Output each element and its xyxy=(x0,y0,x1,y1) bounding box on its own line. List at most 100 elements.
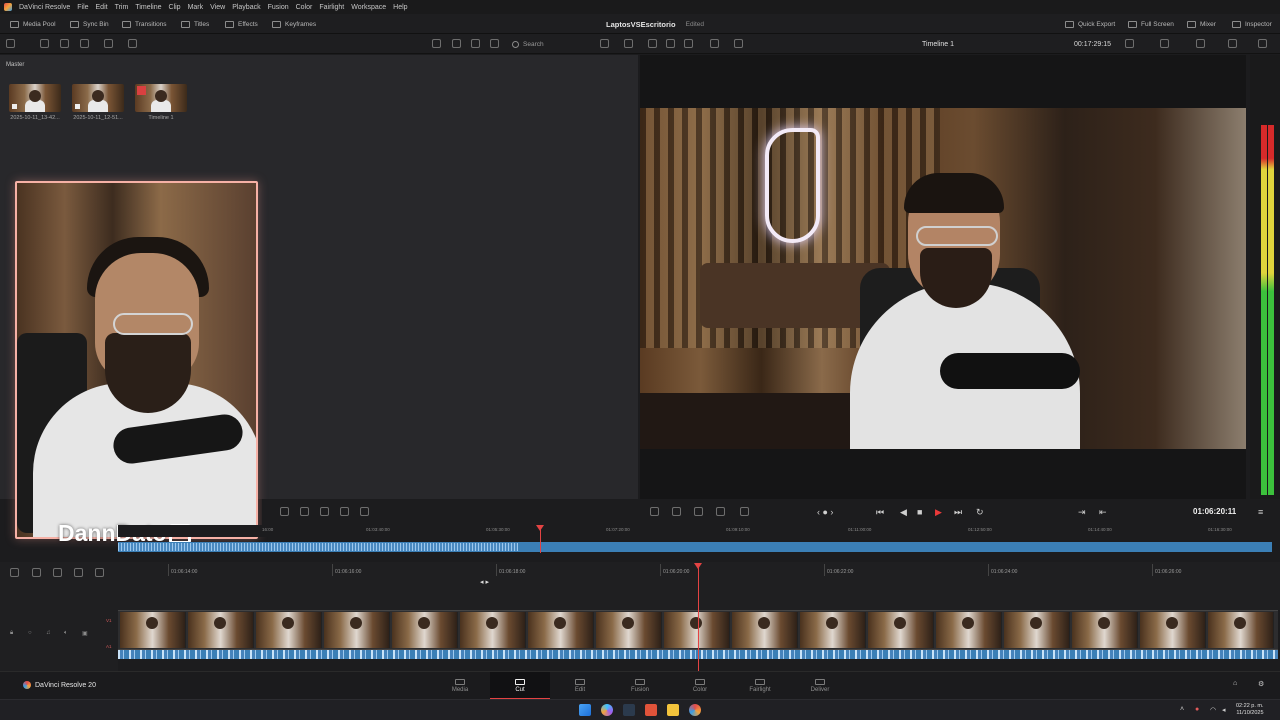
blade-icon[interactable] xyxy=(300,507,309,516)
tab-media[interactable]: Media xyxy=(430,672,490,700)
mic-icon[interactable]: ● xyxy=(1195,706,1199,713)
tab-cut[interactable]: Cut xyxy=(490,672,550,700)
layout-icon[interactable] xyxy=(666,39,675,48)
lock-icon[interactable]: 🔒︎ xyxy=(10,630,13,637)
folder-icon[interactable] xyxy=(60,39,69,48)
audio-scrub-icon[interactable] xyxy=(672,507,681,516)
menu-fairlight[interactable]: Fairlight xyxy=(319,4,344,11)
tab-color[interactable]: Color xyxy=(670,672,730,700)
speaker-icon[interactable]: 🔈︎ xyxy=(64,630,68,637)
search-input[interactable]: Search xyxy=(523,41,544,48)
stop-button[interactable]: ■ xyxy=(917,507,922,517)
transform-icon[interactable] xyxy=(1196,39,1205,48)
viewer-mode-icon[interactable] xyxy=(1125,39,1134,48)
strip-view-icon[interactable] xyxy=(471,39,480,48)
search-field[interactable]: Search xyxy=(512,39,592,49)
menu-playback[interactable]: Playback xyxy=(232,4,260,11)
menu-workspace[interactable]: Workspace xyxy=(351,4,386,11)
auto-select-icon[interactable]: ○ xyxy=(28,630,32,636)
chevron-up-icon[interactable]: ˄ xyxy=(1180,706,1184,713)
refresh-icon[interactable] xyxy=(624,39,633,48)
grid-view-icon[interactable] xyxy=(452,39,461,48)
display-icon[interactable] xyxy=(1160,39,1169,48)
safe-area-icon[interactable] xyxy=(648,39,657,48)
overlay-icon[interactable] xyxy=(710,39,719,48)
menu-timeline[interactable]: Timeline xyxy=(135,4,161,11)
resolve-taskbar-icon[interactable] xyxy=(689,704,701,716)
import-icon[interactable] xyxy=(40,39,49,48)
timeline-selector[interactable]: Timeline 1 xyxy=(922,34,954,54)
menu-help[interactable]: Help xyxy=(393,4,407,11)
titles-button[interactable]: Titles xyxy=(181,14,209,34)
play-reverse-button[interactable]: ◀ xyxy=(900,507,907,518)
detail-ruler[interactable]: 01:06:14:00 01:06:16:00 01:06:18:00 01:0… xyxy=(118,562,1280,610)
append-icon[interactable] xyxy=(360,507,369,516)
snap-icon[interactable] xyxy=(280,507,289,516)
viewer-menu-icon[interactable]: ≡ xyxy=(1258,507,1263,517)
menu-file[interactable]: File xyxy=(77,4,88,11)
marker-icon[interactable] xyxy=(74,568,83,577)
color-wheel-icon[interactable] xyxy=(1228,39,1237,48)
trim-icon[interactable] xyxy=(734,39,743,48)
timeline-view-icon[interactable] xyxy=(10,568,19,577)
davinci-taskbar-icon[interactable] xyxy=(623,704,635,716)
overwrite-icon[interactable] xyxy=(340,507,349,516)
menu-clip[interactable]: Clip xyxy=(169,4,181,11)
list-view-icon[interactable] xyxy=(432,39,441,48)
volume-icon[interactable] xyxy=(1258,39,1267,48)
menu-fusion[interactable]: Fusion xyxy=(268,4,289,11)
audio-scrub-icon[interactable] xyxy=(32,568,41,577)
tab-edit[interactable]: Edit xyxy=(550,672,610,700)
link-icon[interactable] xyxy=(128,39,137,48)
go-to-end-button[interactable]: ⏭ xyxy=(954,507,962,518)
detail-icon[interactable] xyxy=(716,507,725,516)
jog-wheel[interactable]: ‹ ● › xyxy=(817,507,833,517)
play-around-icon[interactable] xyxy=(740,507,749,516)
cloud-icon[interactable] xyxy=(80,39,89,48)
media-pool-button[interactable]: Media Pool xyxy=(10,14,56,34)
menu-mark[interactable]: Mark xyxy=(188,4,204,11)
zoom-icon[interactable] xyxy=(694,507,703,516)
headphone-icon[interactable]: ♫ xyxy=(46,630,51,636)
system-clock[interactable]: 02:22 p. m. 11/10/2025 xyxy=(1236,703,1264,717)
overview-audio-strip[interactable] xyxy=(118,542,1272,552)
brave-browser-icon[interactable] xyxy=(645,704,657,716)
tab-deliver[interactable]: Deliver xyxy=(790,672,850,700)
speaker-icon[interactable]: ◂ xyxy=(1222,706,1226,714)
file-explorer-icon[interactable] xyxy=(667,704,679,716)
menu-color[interactable]: Color xyxy=(296,4,313,11)
tab-fairlight[interactable]: Fairlight xyxy=(730,672,790,700)
copilot-icon[interactable] xyxy=(601,704,613,716)
razor-icon[interactable] xyxy=(53,568,62,577)
quick-export-button[interactable]: Quick Export xyxy=(1065,14,1115,34)
media-clip[interactable]: 2025-10-11_13-42... xyxy=(9,84,61,121)
full-screen-button[interactable]: Full Screen xyxy=(1128,14,1174,34)
settings-icon[interactable] xyxy=(650,507,659,516)
mixer-button[interactable]: Mixer xyxy=(1187,14,1216,34)
menu-edit[interactable]: Edit xyxy=(96,4,108,11)
effects-button[interactable]: Effects xyxy=(225,14,258,34)
video-frame[interactable] xyxy=(640,108,1246,449)
camera-icon[interactable]: ▣ xyxy=(82,630,88,637)
go-to-start-button[interactable]: ⏮ xyxy=(876,507,884,518)
media-clip[interactable]: 2025-10-11_12-51... xyxy=(72,84,124,121)
zoom-slider-icon[interactable] xyxy=(95,568,104,577)
menu-trim[interactable]: Trim xyxy=(115,4,129,11)
keyframes-button[interactable]: Keyframes xyxy=(272,14,316,34)
menu-icon[interactable] xyxy=(490,39,499,48)
wifi-icon[interactable]: ◠ xyxy=(1210,706,1216,714)
insert-icon[interactable] xyxy=(320,507,329,516)
film-icon[interactable] xyxy=(684,39,693,48)
windows-start-icon[interactable] xyxy=(579,704,591,716)
inspector-button[interactable]: Inspector xyxy=(1232,14,1272,34)
panel-toggle-icon[interactable] xyxy=(6,39,15,48)
play-button[interactable]: ▶ xyxy=(935,507,942,518)
sync-icon[interactable] xyxy=(104,39,113,48)
sync-bin-button[interactable]: Sync Bin xyxy=(70,14,109,34)
settings-icon[interactable]: ⚙ xyxy=(1258,680,1264,688)
menu-view[interactable]: View xyxy=(210,4,225,11)
sort-icon[interactable] xyxy=(600,39,609,48)
transitions-button[interactable]: Transitions xyxy=(122,14,167,34)
overview-ruler[interactable]: 16:00 01:03:40:00 01:05:30:00 01:07:20:0… xyxy=(118,525,1280,537)
overview-playhead[interactable] xyxy=(536,525,544,553)
